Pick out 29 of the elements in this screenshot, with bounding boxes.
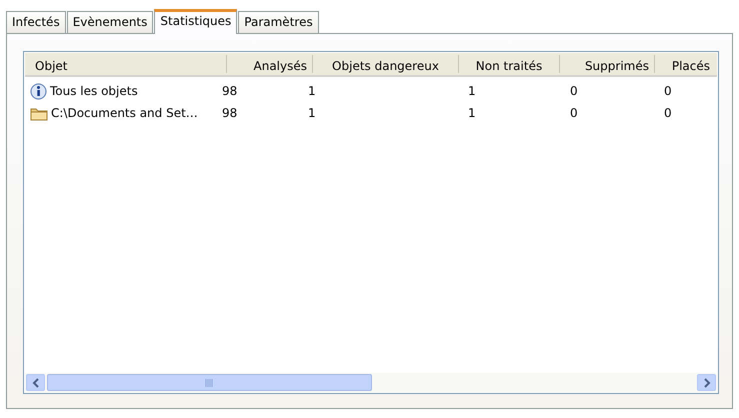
folder-icon — [30, 106, 48, 120]
table-cell: 0 — [570, 106, 578, 120]
column-header[interactable]: Non traités — [476, 59, 542, 73]
scroll-thumb[interactable] — [47, 374, 372, 391]
scroll-right-button[interactable] — [697, 374, 716, 391]
table-cell: 1 — [468, 106, 476, 120]
column-header[interactable]: Objet — [35, 59, 68, 73]
table-cell-text: Tous les objets — [50, 83, 138, 100]
table-cell: 1 — [308, 106, 316, 120]
table-cell: 1 — [308, 84, 316, 98]
table-cell: 0 — [570, 84, 578, 98]
tab[interactable]: Infectés — [6, 11, 66, 33]
table-cell: 0 — [664, 106, 672, 120]
column-header[interactable]: Supprimés — [584, 59, 649, 73]
table-cell: 0 — [664, 84, 672, 98]
scroll-left-button[interactable] — [26, 374, 45, 391]
tab[interactable]: Paramètres — [238, 11, 319, 33]
table-cell: 1 — [468, 84, 476, 98]
column-header[interactable]: Analysés — [254, 59, 307, 73]
info-icon — [30, 82, 47, 100]
tab[interactable]: Evènements — [66, 11, 154, 33]
table-cell: 98 — [222, 84, 238, 98]
horizontal-scrollbar[interactable] — [25, 373, 717, 392]
table-cell: 98 — [222, 106, 238, 120]
table-cell-text: C:\Documents and Set… — [51, 105, 198, 122]
column-header[interactable]: Objets dangereux — [332, 59, 439, 73]
tab[interactable]: Statistiques — [154, 9, 238, 34]
grip-icon — [205, 378, 214, 386]
column-header[interactable]: Placés — [672, 59, 710, 73]
